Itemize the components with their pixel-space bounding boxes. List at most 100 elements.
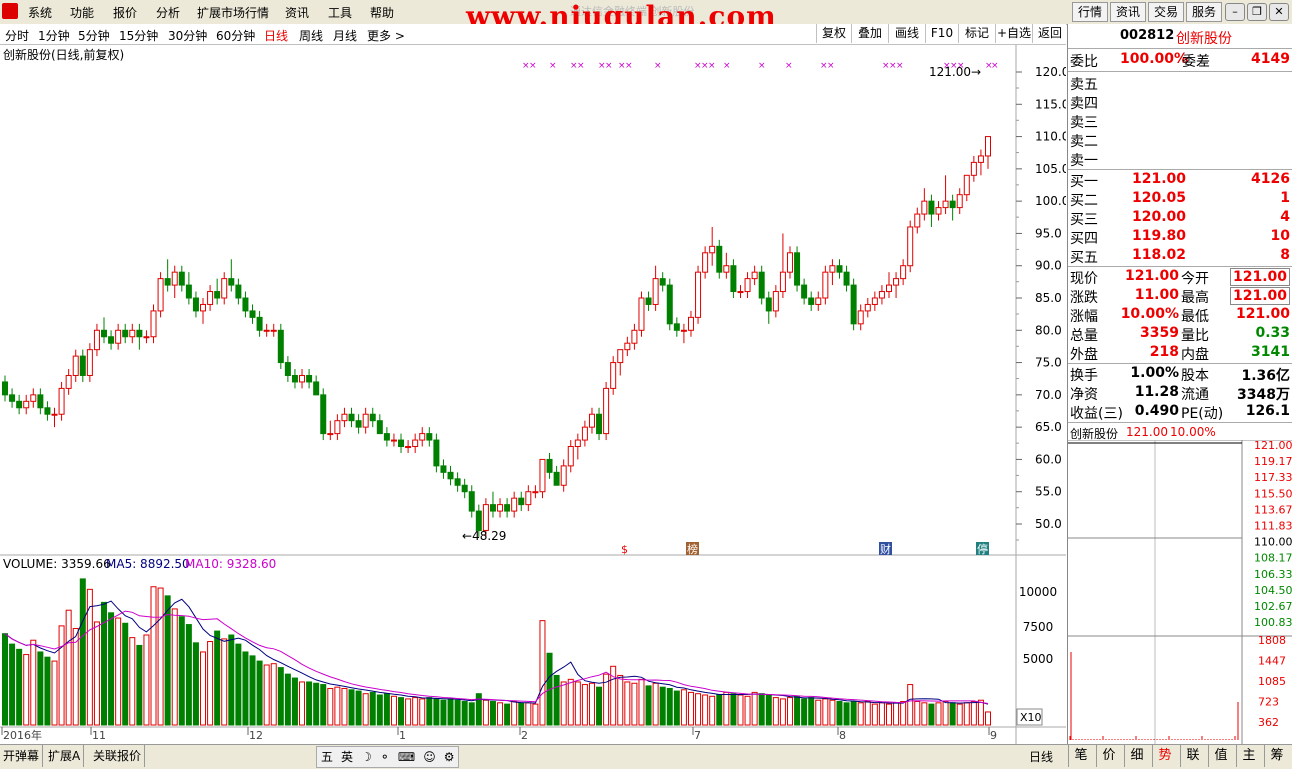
draw-line-button[interactable]: 画线	[888, 24, 925, 43]
buy-level-row[interactable]: 买四 119.80 10	[1068, 228, 1292, 247]
period-daily[interactable]: 日线	[264, 27, 288, 44]
mini-price-tick: 106.33	[1254, 568, 1292, 581]
close-icon[interactable]: ✕	[1269, 3, 1289, 21]
back-button[interactable]: 返回	[1032, 24, 1067, 43]
candle	[327, 420, 334, 441]
volume-bar	[786, 697, 793, 726]
trade-button[interactable]: 交易	[1148, 2, 1184, 22]
candle	[687, 310, 694, 337]
candle	[772, 285, 779, 318]
tab-zhu[interactable]: 主	[1236, 745, 1261, 767]
volume-bar	[136, 644, 143, 726]
tab-chou[interactable]: 筹	[1264, 745, 1289, 767]
ime-lang-icon[interactable]: 英	[337, 747, 357, 767]
ime-settings-icon[interactable]: ⚙	[440, 747, 459, 767]
menu-analysis[interactable]: 分析	[156, 4, 180, 21]
sell-level-row[interactable]: 卖一	[1068, 150, 1292, 169]
minimize-icon[interactable]: –	[1225, 3, 1245, 21]
news-button[interactable]: 资讯	[1110, 2, 1146, 22]
menu-tools[interactable]: 工具	[328, 4, 352, 21]
add-watchlist-button[interactable]: +自选	[995, 24, 1032, 43]
kline-chart-area[interactable]: 创新股份(日线,前复权) 120.0 115.0 110.0 105.0 100.0 95…	[0, 45, 1069, 745]
ime-moon-icon[interactable]: ☽	[357, 747, 376, 767]
event-marker-icon[interactable]: 停	[977, 542, 988, 556]
event-marker-icon[interactable]: 财	[880, 542, 891, 556]
buy-level-row[interactable]: 买五 118.02 8	[1068, 247, 1292, 266]
intraday-mini-chart[interactable]: 121.00 119.17 117.33 115.50 113.67 111.83 110.…	[1068, 440, 1292, 744]
menu-function[interactable]: 功能	[70, 4, 94, 21]
service-button[interactable]: 服务	[1186, 2, 1222, 22]
candle	[299, 369, 306, 389]
volume-bar	[313, 682, 320, 726]
period-60min[interactable]: 60分钟	[216, 27, 255, 44]
signal-mark-icon: ×	[605, 61, 613, 71]
period-monthly[interactable]: 月线	[333, 27, 357, 44]
ime-mode-icon[interactable]: 五	[317, 747, 337, 767]
tab-xi[interactable]: 细	[1124, 745, 1149, 767]
sell-level-row[interactable]: 卖三	[1068, 112, 1292, 131]
tab-bi[interactable]: 笔	[1068, 745, 1093, 767]
mark-button[interactable]: 标记	[958, 24, 995, 43]
sell-level-row[interactable]: 卖五	[1068, 74, 1292, 93]
period-30min[interactable]: 30分钟	[168, 27, 207, 44]
restore-icon[interactable]: ❐	[1247, 3, 1267, 21]
f10-button[interactable]: F10	[925, 24, 958, 43]
volume-bar	[497, 702, 504, 726]
price-tick: 120.0	[1035, 65, 1066, 79]
menu-system[interactable]: 系统	[28, 4, 52, 21]
tab-zhi[interactable]: 值	[1208, 745, 1233, 767]
overlay-button[interactable]: 叠加	[851, 24, 888, 43]
tab-shi[interactable]: 势	[1152, 745, 1177, 767]
menu-extended-market[interactable]: 扩展市场行情	[197, 4, 269, 21]
ime-emoji-icon[interactable]: ☺	[419, 747, 440, 767]
candle	[277, 323, 284, 370]
kline-chart[interactable]: 创新股份(日线,前复权) 120.0115.0110.0105.0100.095…	[0, 45, 1069, 745]
period-5min[interactable]: 5分钟	[78, 27, 110, 44]
candle	[659, 272, 666, 292]
candle	[603, 381, 610, 441]
buy-level-row[interactable]: 买一 121.00 4126	[1068, 171, 1292, 190]
event-marker-icon[interactable]: $	[621, 543, 628, 556]
candle	[864, 298, 871, 318]
candle	[376, 414, 383, 435]
candle	[23, 394, 30, 415]
buy-level-row[interactable]: 买三 120.00 4	[1068, 209, 1292, 228]
sell-level-row[interactable]: 卖二	[1068, 131, 1292, 150]
period-timeshare[interactable]: 分时	[5, 27, 29, 44]
mini-price-tick: 108.17	[1254, 552, 1292, 565]
tab-lian[interactable]: 联	[1180, 745, 1205, 767]
menu-news[interactable]: 资讯	[285, 4, 309, 21]
sell-level-row[interactable]: 卖四	[1068, 93, 1292, 112]
signal-mark-icon: ×	[723, 61, 731, 71]
candle	[504, 498, 511, 518]
menu-help[interactable]: 帮助	[370, 4, 394, 21]
tab-danmaku[interactable]: 开弹幕	[0, 745, 44, 767]
period-1min[interactable]: 1分钟	[38, 27, 70, 44]
quote-button[interactable]: 行情	[1072, 2, 1108, 22]
ime-keyboard-icon[interactable]: ⌨	[394, 747, 419, 767]
tab-related-quote[interactable]: 关联报价	[90, 745, 146, 767]
tab-jia[interactable]: 价	[1096, 745, 1121, 767]
ime-punct-icon[interactable]: ⚬	[376, 747, 394, 767]
candle	[977, 149, 984, 176]
period-more[interactable]: 更多 >	[367, 27, 405, 44]
period-15min[interactable]: 15分钟	[119, 27, 158, 44]
x-axis-label: 2	[521, 729, 528, 742]
adjust-button[interactable]: 复权	[816, 24, 851, 43]
menu-quote[interactable]: 报价	[113, 4, 137, 21]
candle	[221, 272, 228, 305]
volume-bar	[659, 686, 666, 726]
event-marker-icon[interactable]: 榜	[687, 542, 698, 556]
bottom-tab-bar: 开弹幕 扩展A 关联报价 日线 笔 价 细 势 联 值 主 筹	[0, 744, 1292, 769]
buy-level-row[interactable]: 买二 120.05 1	[1068, 190, 1292, 209]
volume-bar	[956, 703, 963, 726]
tab-extend-a[interactable]: 扩展A	[45, 745, 85, 767]
period-weekly[interactable]: 周线	[299, 27, 323, 44]
volume-bar	[235, 643, 242, 726]
candle	[383, 427, 390, 447]
volume-bar	[171, 608, 178, 726]
candle	[341, 407, 348, 428]
volume-bar	[871, 703, 878, 726]
ime-toolbar[interactable]: 五英 ☽ ⚬ ⌨ ☺ ⚙	[316, 746, 460, 768]
volume-bar	[949, 702, 956, 726]
